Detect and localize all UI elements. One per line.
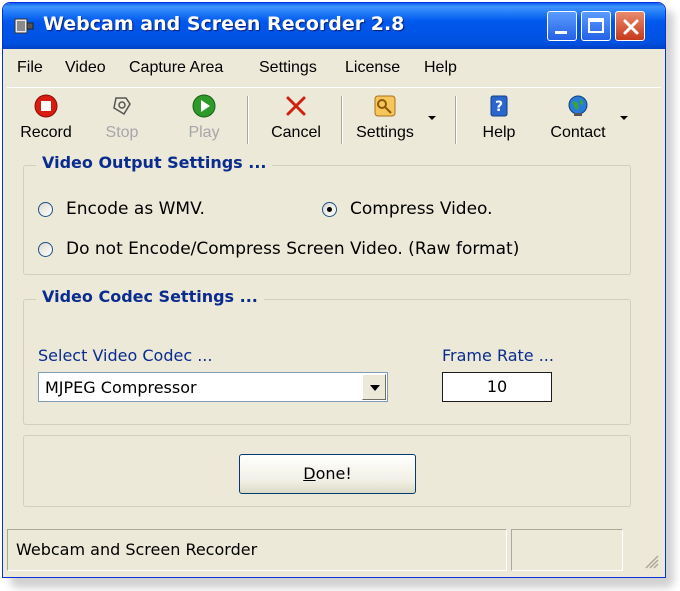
- codec-label: Select Video Codec ...: [38, 346, 213, 365]
- play-button[interactable]: Play: [179, 92, 229, 148]
- toolbar-separator: [341, 96, 343, 144]
- play-label: Play: [188, 124, 220, 141]
- close-icon: [623, 19, 639, 35]
- encode-wmv-label[interactable]: Encode as WMV.: [66, 199, 205, 219]
- svg-text:?: ?: [495, 99, 503, 115]
- help-label: Help: [482, 124, 516, 141]
- record-icon: [34, 94, 58, 118]
- minimize-button[interactable]: [547, 11, 577, 41]
- resize-grip-icon[interactable]: [643, 553, 659, 569]
- window-title: Webcam and Screen Recorder 2.8: [43, 13, 405, 35]
- video-codec-group: Video Codec Settings ... Select Video Co…: [23, 287, 631, 425]
- title-bar[interactable]: Webcam and Screen Recorder 2.8: [3, 3, 665, 49]
- codec-dropdown-arrow-icon[interactable]: [362, 374, 386, 400]
- toolbar: Record Stop Play Cancel Settings ? Help …: [7, 87, 661, 151]
- settings-icon: [374, 95, 396, 117]
- help-button[interactable]: ? Help: [473, 92, 525, 148]
- globe-icon: [568, 95, 588, 116]
- settings-label: Settings: [356, 124, 414, 141]
- menu-file[interactable]: File: [17, 59, 43, 77]
- cancel-icon: [286, 96, 306, 116]
- frame-rate-input[interactable]: 10: [442, 372, 552, 402]
- menu-bar: File Video Capture Area Settings License…: [3, 55, 665, 81]
- done-group: Done!: [23, 435, 631, 507]
- encode-wmv-radio[interactable]: [38, 202, 53, 217]
- play-icon: [192, 94, 216, 118]
- raw-format-label[interactable]: Do not Encode/Compress Screen Video. (Ra…: [66, 239, 519, 259]
- stop-icon: [113, 97, 131, 116]
- chevron-down-icon: [620, 116, 628, 120]
- compress-video-label[interactable]: Compress Video.: [350, 199, 493, 219]
- status-pane-main: Webcam and Screen Recorder: [7, 529, 507, 571]
- record-button[interactable]: Record: [15, 92, 77, 148]
- stop-label: Stop: [105, 124, 139, 141]
- codec-select[interactable]: MJPEG Compressor: [38, 372, 388, 402]
- toolbar-separator: [455, 96, 457, 144]
- chevron-down-icon: [428, 116, 436, 120]
- stop-button[interactable]: Stop: [97, 92, 147, 148]
- done-mnemonic: D: [303, 464, 316, 483]
- done-button[interactable]: Done!: [239, 454, 416, 494]
- raw-format-radio[interactable]: [38, 242, 53, 257]
- close-button[interactable]: [615, 11, 645, 41]
- record-label: Record: [20, 124, 72, 141]
- maximize-button[interactable]: [581, 11, 611, 41]
- compress-video-radio[interactable]: [322, 202, 337, 217]
- cancel-label: Cancel: [271, 124, 321, 141]
- main-window: Webcam and Screen Recorder 2.8 File Vide…: [2, 2, 666, 578]
- settings-dropdown-button[interactable]: [425, 92, 439, 148]
- maximize-icon: [588, 18, 604, 33]
- help-icon: ?: [490, 95, 508, 117]
- video-codec-title: Video Codec Settings ...: [36, 287, 264, 306]
- codec-select-value: MJPEG Compressor: [45, 378, 197, 397]
- status-pane-secondary: [511, 529, 623, 571]
- menu-license[interactable]: License: [345, 59, 400, 77]
- contact-button[interactable]: Contact: [543, 92, 613, 148]
- video-output-title: Video Output Settings ...: [36, 153, 273, 172]
- video-output-group: Video Output Settings ... Encode as WMV.…: [23, 153, 631, 275]
- menu-help[interactable]: Help: [424, 59, 457, 77]
- done-label: one!: [315, 464, 352, 483]
- menu-settings[interactable]: Settings: [259, 59, 317, 77]
- frame-rate-label: Frame Rate ...: [442, 346, 554, 365]
- cancel-button[interactable]: Cancel: [265, 92, 327, 148]
- settings-button[interactable]: Settings: [349, 92, 421, 148]
- menu-capture-area[interactable]: Capture Area: [129, 59, 223, 77]
- status-text: Webcam and Screen Recorder: [16, 540, 258, 559]
- minimize-icon: [555, 31, 567, 34]
- status-bar: Webcam and Screen Recorder: [3, 529, 665, 577]
- app-icon: [14, 18, 34, 34]
- contact-dropdown-button[interactable]: [617, 92, 631, 148]
- menu-video[interactable]: Video: [65, 59, 106, 77]
- contact-label: Contact: [550, 124, 606, 141]
- toolbar-separator: [247, 96, 249, 144]
